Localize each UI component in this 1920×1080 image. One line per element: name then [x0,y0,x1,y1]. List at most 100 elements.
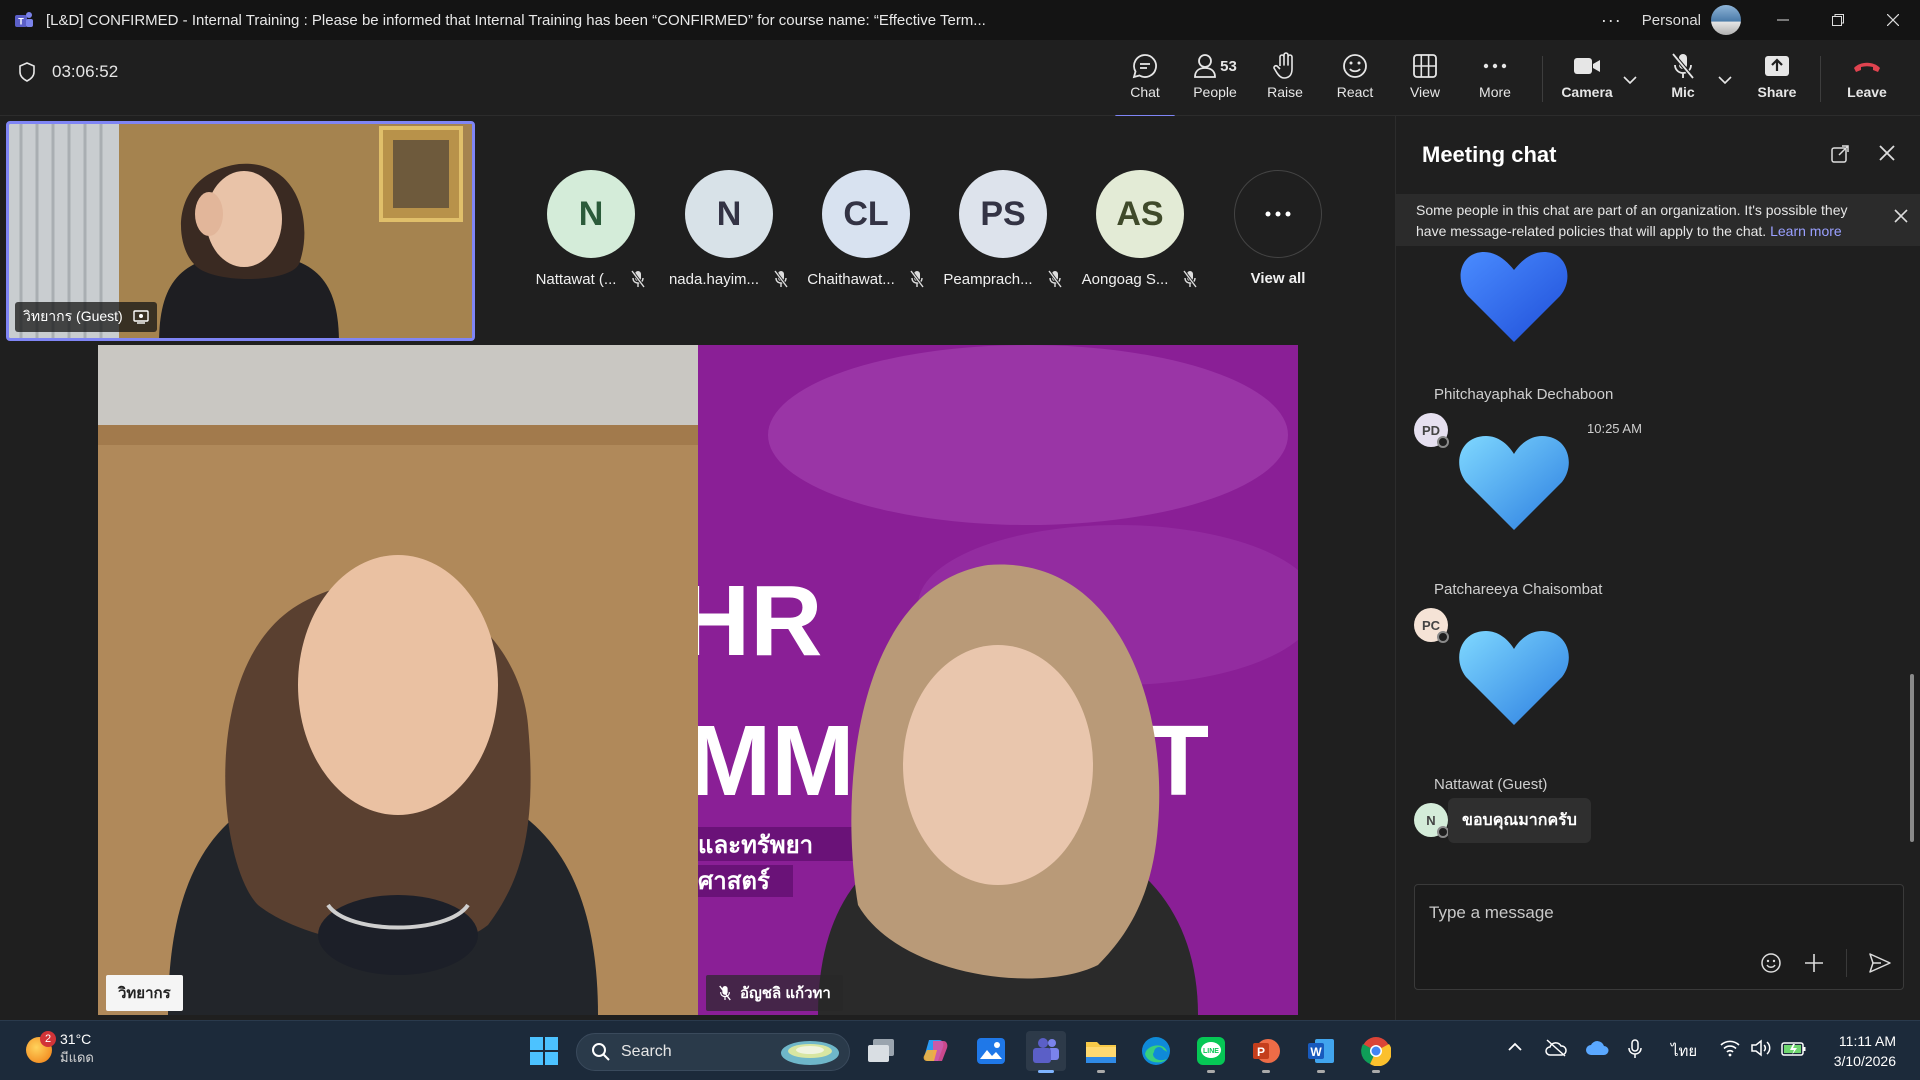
chat-button[interactable]: Chat [1110,50,1180,118]
shield-icon [19,62,35,82]
heart-emoji [1460,252,1568,342]
svg-text:T: T [18,17,24,27]
participant-video-tile[interactable]: HR MM T และทรัพยา ศาสตร์ อัญชลิ แก้วทา [698,345,1298,1015]
send-icon[interactable] [1869,953,1891,973]
teams-taskbar-icon[interactable] [1026,1031,1066,1073]
people-icon [1194,54,1217,78]
speaker-video-tile[interactable]: วิทยากร [98,345,698,1015]
more-icon [1483,63,1507,69]
mic-button[interactable]: Mic [1648,50,1718,110]
restore-button[interactable] [1810,0,1865,40]
close-icon[interactable] [1878,144,1896,162]
pop-out-icon[interactable] [1830,144,1850,164]
onedrive-icon[interactable] [1585,1039,1609,1057]
microphone-icon[interactable] [1627,1039,1643,1059]
view-button[interactable]: View [1390,50,1460,110]
notification-badge: 2 [40,1030,56,1047]
more-options-icon[interactable]: ··· [1601,10,1622,31]
svg-text:LINE: LINE [1203,1048,1219,1055]
search-label: Search [621,1043,672,1060]
hang-up-icon [1854,62,1880,72]
learn-more-link[interactable]: Learn more [1770,223,1842,239]
task-view-icon[interactable] [861,1031,901,1071]
share-button[interactable]: Share [1742,50,1812,110]
toolbar-divider [1820,56,1821,102]
onedrive-offline-icon[interactable] [1545,1039,1567,1057]
raise-hand-button[interactable]: Raise [1250,50,1320,110]
selfview-name: วิทยากร (Guest) [23,308,123,324]
participant-tile[interactable]: N Nattawat (... [526,170,656,288]
leave-button[interactable]: Leave [1832,50,1902,110]
view-label: View [1409,84,1441,100]
file-explorer-icon[interactable] [1081,1031,1121,1073]
people-button[interactable]: 53 People [1180,50,1250,110]
participant-tile[interactable]: AS Aongoag S... [1075,170,1205,288]
teams-app-icon: T [10,6,38,34]
mic-options-chevron[interactable] [1715,70,1735,90]
volume-icon[interactable] [1750,1039,1772,1057]
video-name-tag: วิทยากร (Guest) [15,302,157,332]
clock-time: 11:11 AM [1838,1033,1896,1049]
camera-options-chevron[interactable] [1620,70,1640,90]
battery-charging-icon[interactable] [1781,1039,1807,1057]
smiley-icon [1343,54,1367,78]
close-icon[interactable] [1893,208,1909,224]
message-sender: Nattawat (Guest) [1434,776,1548,793]
weather-description: มีแดด [60,1050,94,1065]
windows-taskbar: 2 31°C มีแดด Search LINE P W ไทย 11:11 A… [0,1020,1920,1080]
toolbar-divider [1542,56,1543,102]
message-composer[interactable]: Type a message [1414,884,1904,990]
chat-scrollbar[interactable] [1910,674,1914,842]
taskbar-search[interactable]: Search [576,1033,850,1071]
people-count: 53 [1220,57,1237,75]
camera-button[interactable]: Camera [1552,50,1622,110]
meeting-timer: 03:06:52 [18,62,118,82]
message-input[interactable]: Type a message [1429,903,1554,923]
wifi-icon[interactable] [1720,1039,1740,1057]
search-icon [592,1043,610,1061]
backdrop-text: และทรัพยา [698,831,813,859]
people-label: People [1193,84,1237,100]
backdrop-text: MM [698,705,855,817]
camera-icon [1574,58,1600,74]
weather-widget[interactable]: 2 31°C มีแดด [26,1030,94,1068]
word-icon[interactable]: W [1301,1031,1341,1073]
pinned-video-tile[interactable]: วิทยากร (Guest) [6,121,475,341]
avatar: CL [822,170,910,258]
react-button[interactable]: React [1320,50,1390,110]
participant-name: Peamprach... [943,270,1033,288]
line-app-icon[interactable]: LINE [1191,1031,1231,1073]
chevron-up-icon[interactable] [1507,1039,1523,1055]
policy-banner: Some people in this chat are part of an … [1396,194,1920,246]
minimize-icon [1776,19,1789,21]
participant-tile[interactable]: CL Chaithawat... [801,170,931,288]
view-all-label: View all [1250,270,1306,287]
meeting-chat-panel: Meeting chat Some people in this chat ar… [1395,116,1920,1020]
photos-app-icon[interactable] [971,1031,1011,1071]
powerpoint-icon[interactable]: P [1246,1031,1286,1073]
minimize-button[interactable] [1755,0,1810,40]
emoji-icon[interactable] [1760,952,1782,974]
view-all-button[interactable]: View all [1213,170,1343,287]
avatar: N [547,170,635,258]
start-button[interactable] [524,1031,564,1071]
input-language[interactable]: ไทย [1671,1039,1697,1063]
chevron-down-icon [1623,76,1637,84]
participant-tile[interactable]: PS Peamprach... [938,170,1068,288]
pin-video-icon [133,310,149,324]
backdrop-text: ศาสตร์ [698,867,770,895]
participant-tile[interactable]: N nada.hayim... [664,170,794,288]
mic-off-icon [1671,52,1695,80]
profile-avatar[interactable] [1711,5,1741,35]
more-button[interactable]: More [1460,50,1530,110]
edge-browser-icon[interactable] [1136,1031,1176,1071]
add-icon[interactable] [1804,953,1824,973]
copilot-icon[interactable] [916,1031,956,1071]
heart-emoji [1459,631,1569,725]
chrome-browser-icon[interactable] [1356,1031,1396,1073]
profile-label[interactable]: Personal [1642,12,1701,29]
close-window-button[interactable] [1865,0,1920,40]
meeting-stage: วิทยากร (Guest) N Nattawat (... N nada.h… [0,116,1395,1020]
system-clock[interactable]: 11:11 AM 3/10/2026 [1834,1031,1896,1071]
meeting-toolbar: 03:06:52 Chat 53 People Raise React View… [0,40,1920,118]
